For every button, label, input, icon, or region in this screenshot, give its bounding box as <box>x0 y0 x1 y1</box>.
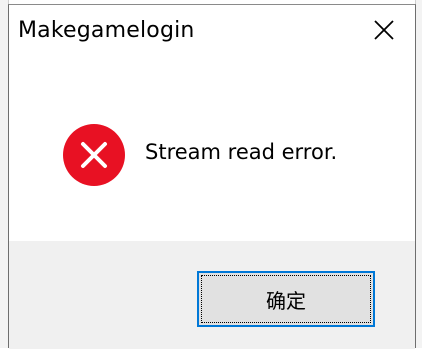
close-button[interactable] <box>367 15 401 45</box>
dialog-title: Makegamelogin <box>18 18 195 43</box>
dialog-content: Stream read error. <box>9 53 415 241</box>
dialog-footer: 确定 <box>9 241 415 349</box>
error-icon <box>63 124 125 186</box>
ok-button[interactable]: 确定 <box>197 271 375 327</box>
close-icon <box>374 20 394 40</box>
ok-button-label: 确定 <box>266 288 306 313</box>
dialog-titlebar[interactable]: Makegamelogin <box>9 5 415 53</box>
error-message: Stream read error. <box>145 140 338 164</box>
background-window-edge-right <box>415 0 422 348</box>
error-dialog: Makegamelogin Stream read error. 确定 <box>8 4 416 349</box>
